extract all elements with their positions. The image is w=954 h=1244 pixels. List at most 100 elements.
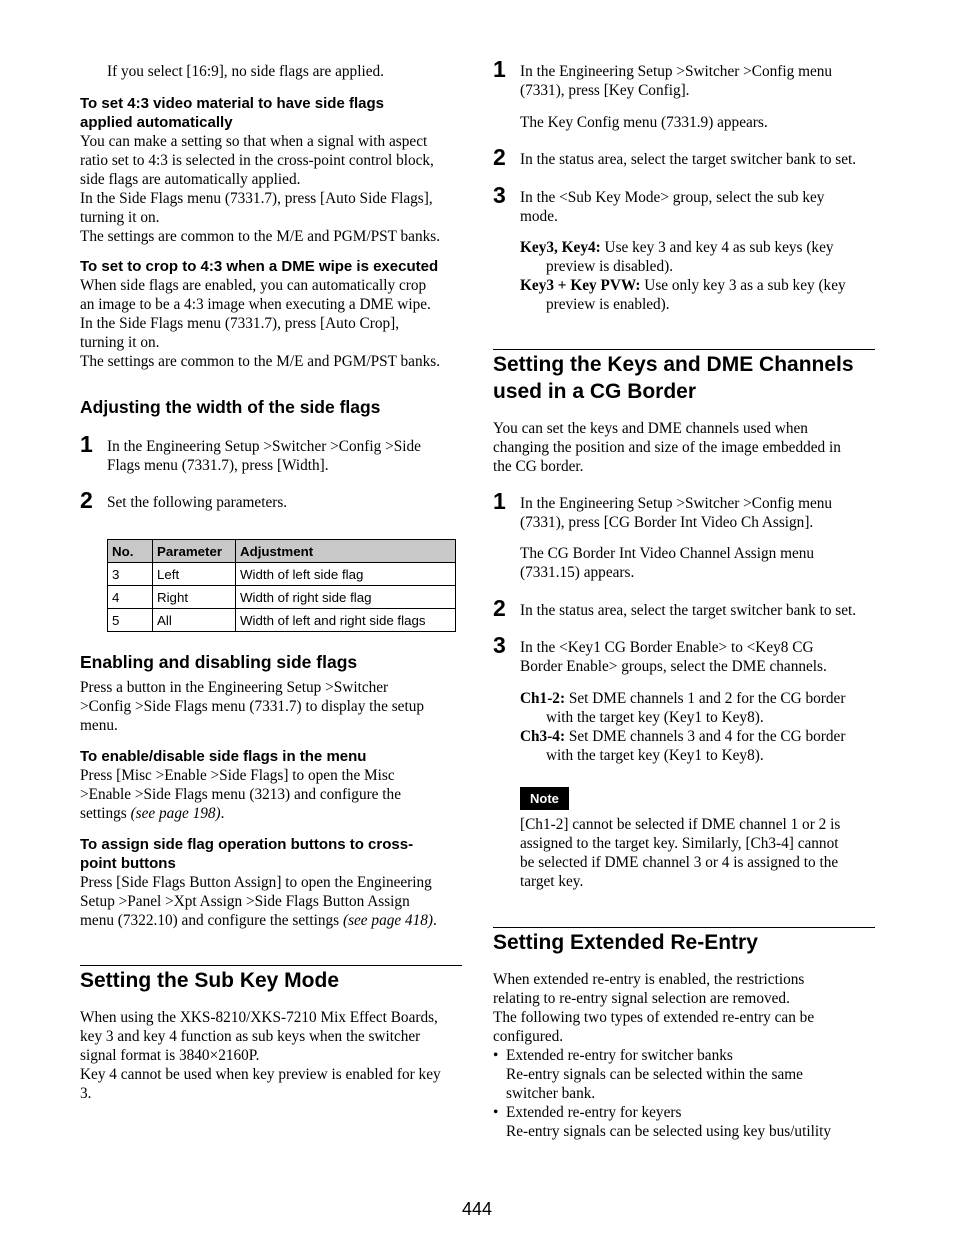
step-text: In the <Sub Key Mode> group, select the … — [520, 188, 880, 226]
option-text: with the target key (Key1 to Key8). — [546, 709, 764, 726]
heading-line: To assign side flag operation buttons to… — [80, 836, 414, 853]
body-line: When using the XKS-8210/XKS-7210 Mix Eff… — [80, 1009, 438, 1026]
enable-disable-body: Press a button in the Engineering Setup … — [80, 678, 465, 735]
step-text: In the status area, select the target sw… — [520, 151, 857, 168]
option-term: Key3, Key4: — [520, 239, 601, 256]
body-line: Key 4 cannot be used when key preview is… — [80, 1066, 441, 1083]
note-box: Note — [520, 787, 569, 810]
step-result: The Key Config menu (7331.9) appears. — [520, 114, 768, 131]
body-line: configured. — [493, 1028, 564, 1045]
body-line: side flags are automatically applied. — [80, 171, 301, 188]
option-item: Key3 + Key PVW: Use only key 3 as a sub … — [520, 276, 880, 314]
step-number: 2 — [493, 144, 506, 170]
bullet-item: • Extended re-entry for keyers Re-entry … — [493, 1103, 878, 1141]
section-divider — [493, 927, 875, 928]
step-text: In the Engineering Setup >Switcher >Conf… — [107, 437, 467, 475]
extended-reentry-body: When extended re-entry is enabled, the r… — [493, 970, 878, 1141]
step-number: 1 — [493, 488, 506, 514]
option-text: Use key 3 and key 4 as sub keys (key — [600, 239, 834, 256]
cell-parameter: Right — [152, 585, 236, 609]
body-line: ratio set to 4:3 is selected in the cros… — [80, 152, 434, 169]
page-reference-link[interactable]: (see page 418) — [343, 912, 433, 929]
bullet-item: • Extended re-entry for switcher banks R… — [493, 1046, 878, 1103]
section-divider — [80, 965, 462, 966]
step-text: In the status area, select the target sw… — [520, 602, 857, 619]
body-line: menu. — [80, 717, 118, 734]
body-line: You can make a setting so that when a si… — [80, 133, 428, 150]
body-line: You can set the keys and DME channels us… — [493, 420, 808, 437]
cell-no: 5 — [107, 608, 153, 632]
body-line: >Enable >Side Flags menu (3213) and conf… — [80, 786, 401, 803]
body-line: In the Side Flags menu (7331.7), press [… — [80, 315, 400, 332]
table-header-row: No. Parameter Adjustment — [107, 539, 456, 563]
option-text: Set DME channels 1 and 2 for the CG bord… — [565, 690, 846, 707]
step-number: 1 — [80, 431, 93, 457]
parameters-table: No. Parameter Adjustment 3 Left Width of… — [107, 539, 456, 632]
step-line: Border Enable> groups, select the DME ch… — [520, 658, 827, 675]
auto-side-flags-heading: To set 4:3 video material to have side f… — [80, 94, 465, 132]
body-line: 3. — [80, 1085, 92, 1102]
table-row: 5 All Width of left and right side flags — [107, 608, 456, 632]
step-number: 2 — [493, 595, 506, 621]
step-text: In the <Key1 CG Border Enable> to <Key8 … — [520, 638, 880, 676]
auto-crop-heading: To set to crop to 4:3 when a DME wipe is… — [80, 258, 439, 275]
step-text: In the Engineering Setup >Switcher >Conf… — [520, 62, 880, 132]
page-reference-link[interactable]: (see page 198) — [131, 805, 221, 822]
heading-line: To set 4:3 video material to have side f… — [80, 95, 384, 112]
body-line: >Config >Side Flags menu (7331.7) to dis… — [80, 698, 424, 715]
heading-line: used in a CG Border — [493, 380, 697, 403]
cg-border-options: Ch1-2: Set DME channels 1 and 2 for the … — [520, 689, 880, 765]
text: . — [433, 912, 437, 929]
text: settings — [80, 805, 131, 822]
intro-line: If you select [16:9], no side flags are … — [107, 63, 384, 80]
step-line: In the Engineering Setup >Switcher >Conf… — [520, 495, 833, 512]
step-line: In the <Sub Key Mode> group, select the … — [520, 189, 825, 206]
cell-no: 4 — [107, 585, 153, 609]
note-body: [Ch1-2] cannot be selected if DME channe… — [520, 815, 880, 891]
option-item: Key3, Key4: Use key 3 and key 4 as sub k… — [520, 238, 880, 276]
auto-crop-body: When side flags are enabled, you can aut… — [80, 276, 465, 371]
cell-no: 3 — [107, 562, 153, 586]
assign-buttons-section: To assign side flag operation buttons to… — [80, 835, 465, 930]
assign-buttons-heading: To assign side flag operation buttons to… — [80, 835, 465, 873]
auto-crop-section: To set to crop to 4:3 when a DME wipe is… — [80, 257, 465, 371]
body-line: In the Side Flags menu (7331.7), press [… — [80, 190, 433, 207]
note-line: [Ch1-2] cannot be selected if DME channe… — [520, 816, 841, 833]
bullet-line: Re-entry signals can be selected within … — [506, 1066, 803, 1083]
option-text: with the target key (Key1 to Key8). — [546, 747, 764, 764]
option-text: Set DME channels 3 and 4 for the CG bord… — [565, 728, 846, 745]
option-text: preview is enabled). — [546, 296, 670, 313]
option-term: Key3 + Key PVW: — [520, 277, 641, 294]
step-text: Set the following parameters. — [107, 494, 288, 511]
body-line: menu (7322.10) and configure the setting… — [80, 911, 465, 930]
body-line: the CG border. — [493, 458, 584, 475]
body-line: Press a button in the Engineering Setup … — [80, 679, 389, 696]
table-row: 4 Right Width of right side flag — [107, 585, 456, 609]
bullet-title: Extended re-entry for switcher banks — [506, 1047, 733, 1064]
enable-in-menu-heading: To enable/disable side flags in the menu — [80, 748, 367, 765]
note-line: be selected if DME channel 3 or 4 is ass… — [520, 854, 839, 871]
bullet-icon: • — [493, 1047, 499, 1064]
cell-adjustment: Width of left and right side flags — [235, 608, 456, 632]
text: menu (7322.10) and configure the setting… — [80, 912, 343, 929]
option-item: Ch3-4: Set DME channels 3 and 4 for the … — [520, 727, 880, 765]
step-line: mode. — [520, 208, 558, 225]
step-number: 3 — [493, 632, 506, 658]
adjust-width-heading: Adjusting the width of the side flags — [80, 397, 381, 417]
page-number: 444 — [461, 1199, 493, 1219]
column-header-parameter: Parameter — [152, 539, 236, 563]
section-divider — [493, 349, 875, 350]
cell-parameter: Left — [152, 562, 236, 586]
sub-key-mode-heading: Setting the Sub Key Mode — [80, 969, 340, 992]
step-number: 3 — [493, 182, 506, 208]
column-header-no: No. — [107, 539, 153, 563]
option-item: Ch1-2: Set DME channels 1 and 2 for the … — [520, 689, 880, 727]
step-result: The CG Border Int Video Channel Assign m… — [520, 545, 815, 562]
body-line: settings (see page 198). — [80, 804, 465, 823]
text: . — [220, 805, 225, 822]
cg-border-heading: Setting the Keys and DME Channels used i… — [493, 351, 878, 405]
body-line: When extended re-entry is enabled, the r… — [493, 971, 805, 988]
column-header-adjustment: Adjustment — [235, 539, 456, 563]
enable-disable-heading: Enabling and disabling side flags — [80, 652, 358, 672]
option-term: Ch3-4: — [520, 728, 566, 745]
